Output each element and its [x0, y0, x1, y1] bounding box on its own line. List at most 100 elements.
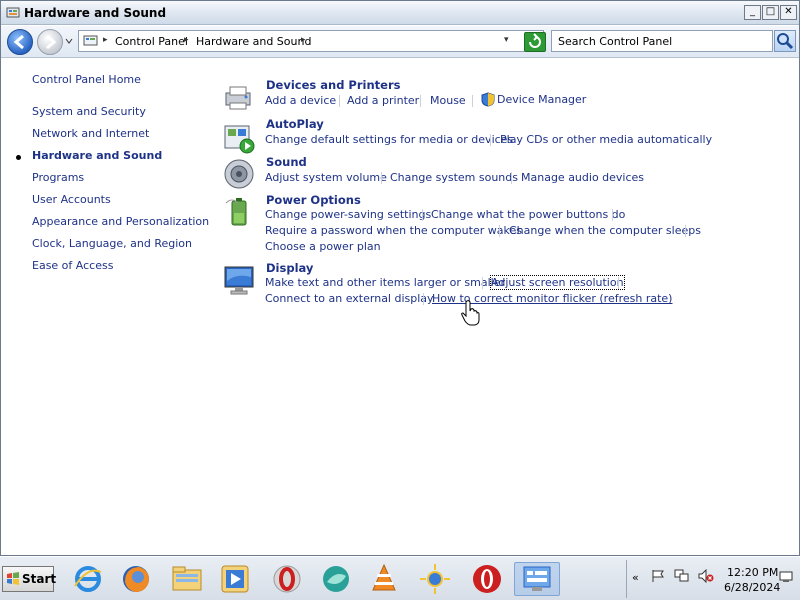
task-device-manager[interactable]: Device Manager — [497, 93, 586, 106]
task-change-autoplay-defaults[interactable]: Change default settings for media or dev… — [265, 133, 513, 146]
autoplay-icon[interactable] — [222, 121, 256, 155]
active-bullet — [16, 155, 21, 160]
task-separator — [381, 172, 382, 184]
sidebar-item-control-panel-home[interactable]: Control Panel Home — [32, 73, 141, 86]
task-external-display[interactable]: Connect to an external display — [265, 292, 434, 305]
task-add-device[interactable]: Add a device — [265, 94, 336, 107]
task-separator — [422, 209, 423, 221]
window-title: Hardware and Sound — [24, 6, 167, 20]
opera-icon[interactable] — [270, 562, 304, 596]
task-separator — [490, 134, 491, 146]
vlc-icon[interactable] — [367, 562, 401, 596]
show-desktop-icon[interactable] — [779, 571, 793, 583]
windows-logo-icon — [7, 572, 19, 585]
start-button[interactable]: Start — [2, 566, 57, 592]
forward-button[interactable] — [37, 29, 63, 55]
taskbar: Start « 12:20 PM 6/28/2024 — [0, 556, 800, 600]
task-power-saving[interactable]: Change power-saving settings — [265, 208, 431, 221]
task-mouse[interactable]: Mouse — [430, 94, 466, 107]
task-adjust-volume[interactable]: Adjust system volume — [265, 171, 387, 184]
control-panel-icon — [83, 35, 98, 46]
refresh-button[interactable] — [524, 32, 546, 52]
task-separator — [685, 225, 686, 237]
refresh-icon — [529, 33, 541, 48]
hand-cursor-icon — [461, 300, 480, 326]
task-separator — [511, 172, 512, 184]
search-placeholder: Search Control Panel — [558, 35, 673, 48]
sidebar-item-programs[interactable]: Programs — [32, 171, 84, 184]
address-history-dropdown[interactable]: ▾ — [504, 35, 509, 45]
task-computer-sleeps[interactable]: Change when the computer sleeps — [509, 224, 701, 237]
minimize-button[interactable]: _ — [744, 5, 761, 20]
close-button[interactable]: ✕ — [780, 5, 797, 20]
display-title[interactable]: Display — [266, 261, 313, 275]
task-power-buttons[interactable]: Change what the power buttons do — [431, 208, 625, 221]
task-power-plan[interactable]: Choose a power plan — [265, 240, 381, 253]
task-adjust-resolution[interactable]: Adjust screen resolution — [490, 275, 625, 290]
sidebar-item-appearance[interactable]: Appearance and Personalization — [32, 215, 209, 228]
arrow-right-icon — [46, 34, 57, 50]
sound-title[interactable]: Sound — [266, 155, 307, 169]
task-separator — [420, 95, 421, 107]
show-hidden-icons-button[interactable]: « — [632, 571, 639, 584]
search-icon — [777, 33, 794, 50]
monitor-icon[interactable] — [222, 263, 256, 297]
opera-red-icon[interactable] — [470, 562, 504, 596]
firefox-icon[interactable] — [119, 562, 153, 596]
control-panel-icon — [6, 7, 20, 18]
internet-explorer-icon[interactable] — [71, 562, 105, 596]
explorer-icon[interactable] — [170, 562, 204, 596]
battery-icon[interactable] — [222, 195, 256, 229]
task-separator — [499, 225, 500, 237]
action-center-flag-icon[interactable] — [650, 569, 666, 583]
media-player-icon[interactable] — [218, 562, 252, 596]
speaker-icon[interactable] — [222, 157, 256, 191]
task-separator — [472, 95, 473, 107]
breadcrumb-control-panel[interactable]: Control Panel — [115, 35, 188, 48]
back-button[interactable] — [7, 29, 33, 55]
breadcrumb-arrow[interactable]: ▸ — [301, 35, 306, 45]
breadcrumb-arrow[interactable]: ▸ — [103, 35, 108, 45]
breadcrumb-arrow[interactable]: ▸ — [184, 35, 189, 45]
sidebar-item-clock-language-region[interactable]: Clock, Language, and Region — [32, 237, 192, 250]
sidebar-item-hardware-sound[interactable]: Hardware and Sound — [32, 149, 162, 162]
task-require-password[interactable]: Require a password when the computer wak… — [265, 224, 522, 237]
arrow-left-icon — [13, 34, 24, 50]
task-play-cds[interactable]: Play CDs or other media automatically — [500, 133, 712, 146]
search-input[interactable]: Search Control Panel — [551, 30, 773, 52]
breadcrumb-hardware-sound[interactable]: Hardware and Sound — [196, 35, 311, 48]
sidebar-item-network-internet[interactable]: Network and Internet — [32, 127, 149, 140]
devices-printers-title[interactable]: Devices and Printers — [266, 78, 400, 92]
task-separator — [482, 277, 483, 289]
main-content: Devices and Printers Add a device Add a … — [206, 59, 799, 555]
uac-shield-icon — [481, 92, 495, 107]
sidebar: Control Panel Home System and Security N… — [1, 59, 209, 555]
title-bar[interactable]: Hardware and Sound _ □ ✕ — [1, 1, 799, 25]
task-separator — [339, 95, 340, 107]
maximize-button[interactable]: □ — [762, 5, 779, 20]
power-options-title[interactable]: Power Options — [266, 193, 361, 207]
clock-date[interactable]: 6/28/2024 — [724, 581, 780, 594]
volume-muted-icon[interactable] — [698, 569, 714, 583]
sidebar-item-ease-of-access[interactable]: Ease of Access — [32, 259, 113, 272]
taskbar-control-panel[interactable] — [514, 562, 560, 596]
network-icon[interactable] — [674, 569, 690, 583]
recent-pages-chevron-icon[interactable] — [65, 37, 73, 45]
navigation-bar: ▸ Control Panel ▸ Hardware and Sound ▸ ▾… — [1, 26, 799, 58]
autoplay-title[interactable]: AutoPlay — [266, 117, 324, 131]
clock-time[interactable]: 12:20 PM — [727, 566, 778, 579]
task-change-sounds[interactable]: Change system sounds — [390, 171, 518, 184]
task-separator — [618, 277, 619, 289]
task-text-size[interactable]: Make text and other items larger or smal… — [265, 276, 505, 289]
sidebar-item-user-accounts[interactable]: User Accounts — [32, 193, 111, 206]
task-manage-audio[interactable]: Manage audio devices — [521, 171, 644, 184]
address-bar[interactable]: ▸ Control Panel ▸ Hardware and Sound ▸ ▾ — [78, 30, 544, 52]
task-add-printer[interactable]: Add a printer — [347, 94, 419, 107]
search-button[interactable] — [774, 30, 796, 52]
browser-icon[interactable] — [319, 562, 353, 596]
sidebar-item-system-security[interactable]: System and Security — [32, 105, 146, 118]
weather-icon[interactable] — [418, 562, 452, 596]
start-label: Start — [22, 572, 57, 586]
printer-icon[interactable] — [222, 79, 256, 113]
task-separator — [612, 209, 613, 221]
